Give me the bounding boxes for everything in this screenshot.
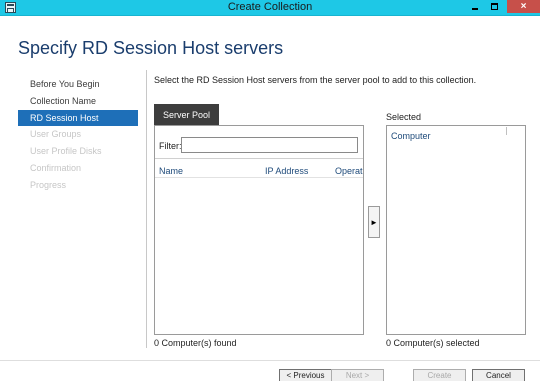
panel-divider — [155, 158, 363, 159]
instruction-text: Select the RD Session Host servers from … — [154, 75, 477, 85]
column-header-computer[interactable]: Computer — [391, 131, 431, 141]
footer-divider — [0, 360, 540, 361]
create-button[interactable]: Create — [413, 369, 466, 381]
column-resize-handle[interactable] — [506, 127, 507, 135]
wizard-nav: Before You Begin Collection Name RD Sess… — [18, 76, 138, 194]
previous-button[interactable]: < Previous — [279, 369, 332, 381]
nav-item-rd-session-host[interactable]: RD Session Host — [18, 109, 138, 127]
nav-item-progress: Progress — [30, 179, 67, 190]
column-header-ip-address[interactable]: IP Address — [265, 166, 308, 176]
nav-item-confirmation: Confirmation — [30, 162, 82, 173]
nav-item-user-profile-disks: User Profile Disks — [30, 146, 102, 157]
page-title: Specify RD Session Host servers — [18, 38, 284, 58]
nav-item-before-you-begin[interactable]: Before You Begin — [18, 76, 138, 93]
filter-input[interactable] — [181, 137, 358, 153]
minimize-button[interactable] — [467, 0, 482, 13]
maximize-icon — [491, 3, 498, 10]
nav-item-collection-name[interactable]: Collection Name — [18, 93, 138, 110]
column-header-operating-system[interactable]: Operat — [335, 166, 363, 176]
nav-item-user-groups: User Groups — [30, 129, 82, 140]
window-titlebar: Create Collection × — [0, 0, 540, 16]
minimize-icon — [471, 8, 478, 10]
selected-label: Selected — [386, 112, 422, 122]
pool-count-status: 0 Computer(s) found — [154, 338, 237, 348]
cancel-button[interactable]: Cancel — [472, 369, 525, 381]
window-title: Create Collection — [227, 1, 313, 13]
maximize-button[interactable] — [487, 0, 502, 13]
filter-label: Filter: — [159, 141, 182, 151]
next-button[interactable]: Next > — [331, 369, 384, 381]
server-pool-panel: Filter: Name IP Address Operat — [154, 125, 364, 335]
nav-divider — [146, 70, 147, 348]
add-to-selected-button[interactable]: ► — [368, 206, 380, 238]
tab-server-pool[interactable]: Server Pool — [154, 104, 219, 125]
column-header-name[interactable]: Name — [159, 166, 183, 176]
selected-count-status: 0 Computer(s) selected — [386, 338, 480, 348]
selected-panel: Computer — [386, 125, 526, 335]
column-header-divider — [155, 177, 363, 178]
close-button[interactable]: × — [507, 0, 540, 13]
